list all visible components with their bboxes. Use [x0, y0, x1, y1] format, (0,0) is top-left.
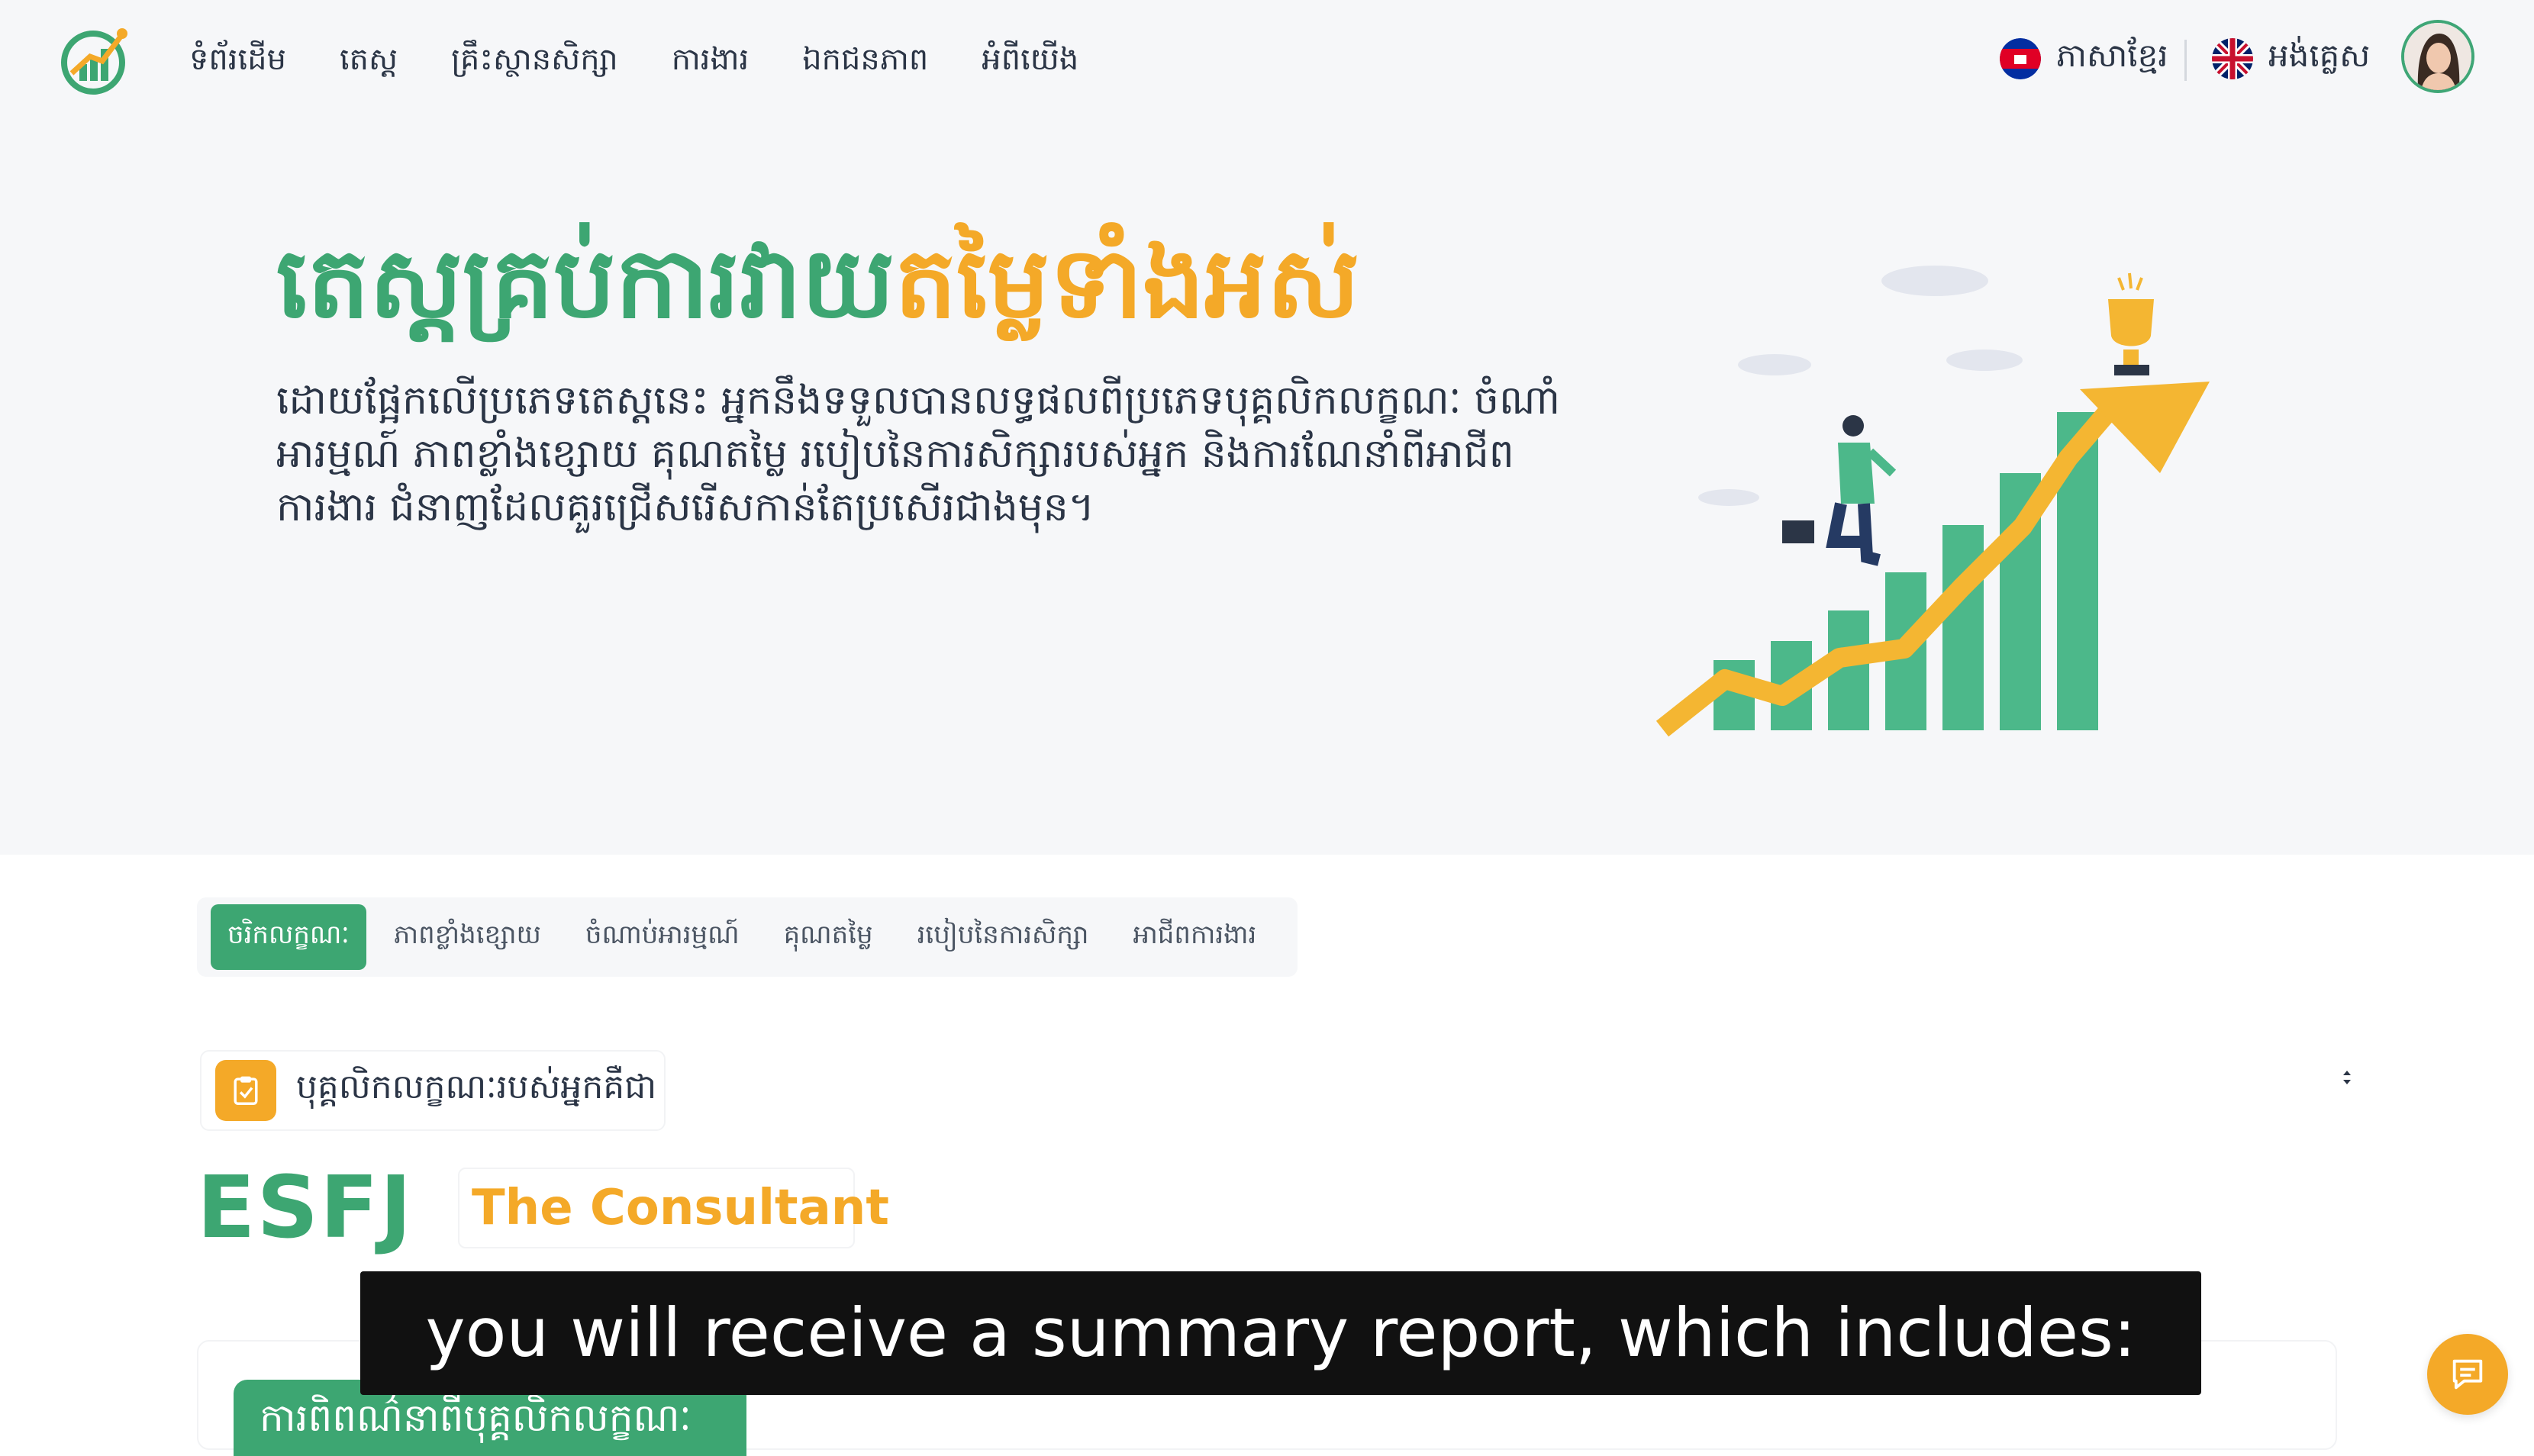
tab-values[interactable]: គុណតម្លៃ — [767, 904, 890, 970]
personality-nickname: The Consultant — [472, 1180, 889, 1236]
tab-interests[interactable]: ចំណាប់អារម្មណ៍ — [569, 904, 756, 970]
lang-divider — [2184, 40, 2187, 81]
nav-link-about[interactable]: អំពីយើង — [982, 40, 1078, 85]
result-tabs: ចរិកលក្ខណៈ ភាពខ្លាំងខ្សោយ ចំណាប់អារម្មណ៍… — [197, 897, 1298, 977]
hero-title: តេស្តគ្រប់ការវាយតម្លៃទាំងអស់ — [276, 221, 1359, 365]
tab-careers[interactable]: អាជីពការងារ — [1116, 904, 1273, 970]
tab-learning-style[interactable]: របៀបនៃការសិក្សា — [901, 904, 1106, 970]
chat-icon — [2452, 1359, 2483, 1390]
clipboard-check-icon — [215, 1060, 276, 1121]
logo-icon[interactable] — [60, 23, 130, 95]
lang-english-label: អង់គ្លេស — [2268, 37, 2371, 74]
personality-code: ESFJ — [197, 1158, 414, 1258]
personality-type-chip: បុគ្គលិកលក្ខណៈរបស់អ្នកគឺជា — [200, 1050, 666, 1131]
sort-arrows-icon[interactable] — [2342, 1065, 2352, 1092]
top-navbar: ទំព័រដើម តេស្ត គ្រឹះស្ថានសិក្សា ការងារ ឯ… — [0, 0, 2534, 122]
growth-illustration-icon — [1655, 266, 2210, 737]
avatar-portrait-icon — [2404, 23, 2471, 90]
nav-link-privacy[interactable]: ឯកជនភាព — [802, 40, 928, 85]
lang-khmer-option[interactable]: ភាសាខ្មែរ — [2000, 35, 2168, 82]
lang-english-option[interactable]: អង់គ្លេស — [2212, 35, 2370, 82]
video-subtitle: you will receive a summary report, which… — [360, 1271, 2201, 1395]
nav-links: ទំព័រដើម តេស្ត គ្រឹះស្ថានសិក្សា ការងារ ឯ… — [189, 40, 1078, 85]
nav-link-home[interactable]: ទំព័រដើម — [189, 40, 286, 85]
nav-link-jobs[interactable]: ការងារ — [672, 40, 750, 85]
uk-flag-icon — [2212, 38, 2253, 79]
chat-button[interactable] — [2427, 1334, 2508, 1415]
hero-section: តេស្តគ្រប់ការវាយតម្លៃទាំងអស់ ដោយផ្អែកលើប… — [0, 122, 2534, 855]
personality-nickname-box: The Consultant — [458, 1168, 889, 1248]
hero-title-part1: តេស្តគ្រប់ការវាយ — [276, 227, 895, 340]
tab-personality[interactable]: ចរិកលក្ខណៈ — [211, 904, 366, 970]
nav-link-test[interactable]: តេស្ត — [340, 40, 398, 85]
personality-type-label: បុគ្គលិកលក្ខណៈរបស់អ្នកគឺជា — [296, 1068, 657, 1106]
nav-link-institutions[interactable]: គ្រឹះស្ថានសិក្សា — [451, 40, 618, 85]
hero-description: ដោយផ្អែកលើប្រភេទតេស្តនេះ អ្នកនឹងទទួលបានល… — [276, 378, 1561, 530]
tab-strengths-weaknesses[interactable]: ភាពខ្លាំងខ្សោយ — [377, 904, 558, 970]
lang-khmer-label: ភាសាខ្មែរ — [2056, 37, 2168, 74]
cambodia-flag-icon — [2000, 38, 2041, 79]
hero-title-part2: តម្លៃទាំងអស់ — [895, 227, 1360, 340]
user-avatar[interactable] — [2401, 20, 2474, 93]
